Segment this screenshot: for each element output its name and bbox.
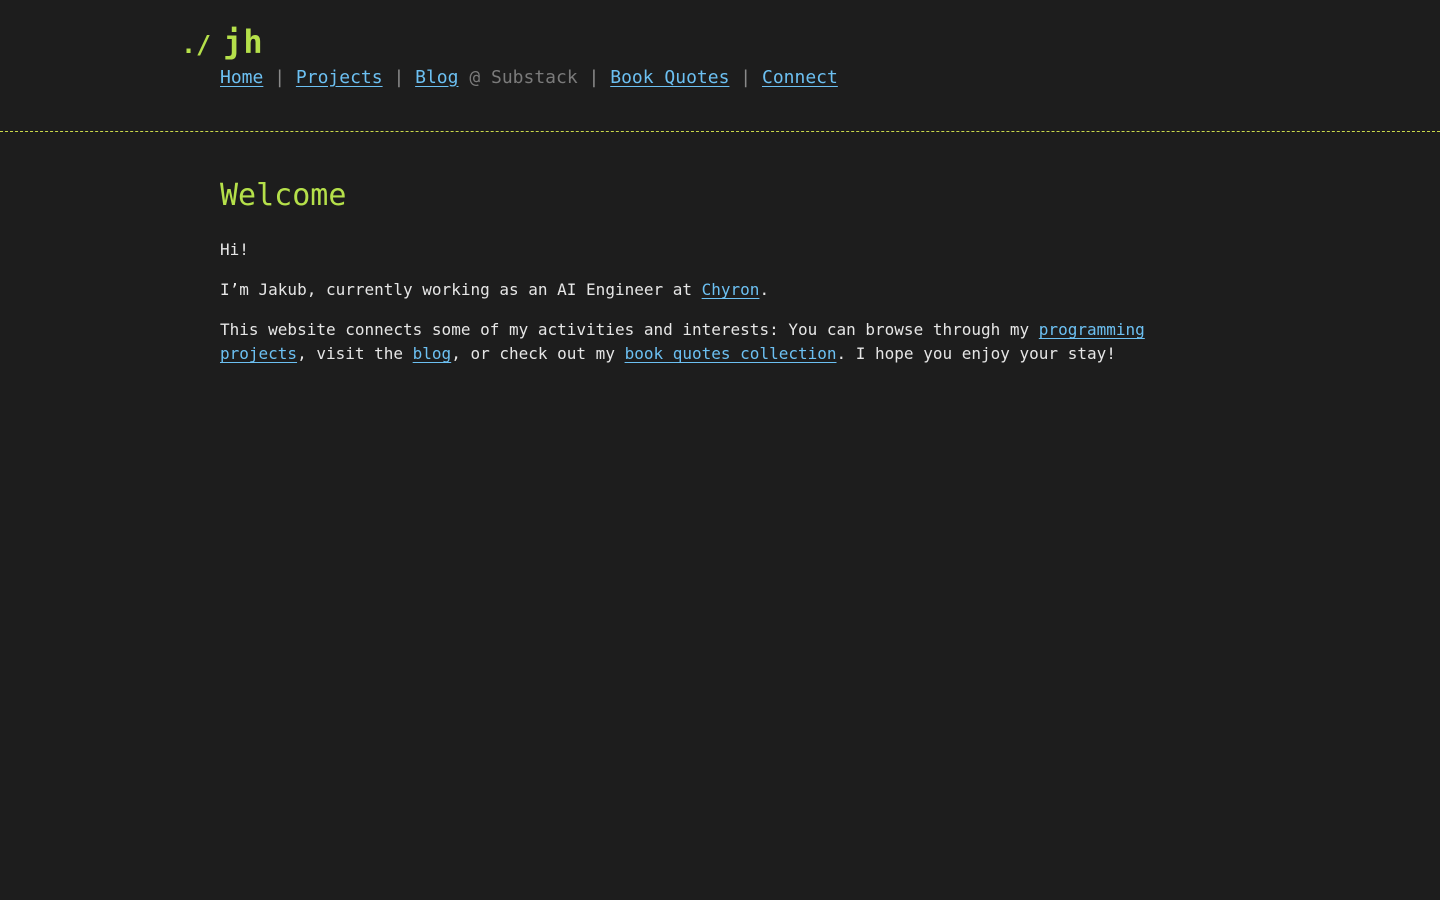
nav-link-projects[interactable]: Projects [296, 67, 383, 88]
about-text-mid1: , visit the [297, 344, 413, 363]
about-text-before: This website connects some of my activit… [220, 320, 1039, 339]
nav-separator: | [274, 67, 296, 88]
nav-substack-note: @ Substack [469, 67, 589, 88]
about-text-mid2: , or check out my [451, 344, 625, 363]
page-title: Welcome [220, 178, 347, 213]
main-content: Welcome Hi! I’m Jakub, currently working… [220, 176, 1160, 382]
logo-name: jh [223, 23, 264, 61]
nav-separator: | [393, 67, 416, 88]
book-quotes-collection-link[interactable]: book quotes collection [625, 344, 837, 363]
about-text-after: . I hope you enjoy your stay! [836, 344, 1116, 363]
nav-link-home[interactable]: Home [220, 67, 263, 88]
logo-prefix: ./ [181, 30, 212, 59]
nav-link-book-quotes[interactable]: Book Quotes [610, 67, 729, 88]
intro-paragraph: I’m Jakub, currently working as an AI En… [220, 278, 1160, 302]
nav-separator: | [740, 67, 762, 88]
about-paragraph: This website connects some of my activit… [220, 318, 1160, 366]
chyron-link[interactable]: Chyron [702, 280, 760, 299]
nav-separator: | [588, 67, 611, 88]
nav-link-blog[interactable]: Blog [415, 67, 458, 88]
site-logo[interactable]: ./ jh [181, 23, 264, 63]
intro-text-before: I’m Jakub, currently working as an AI En… [220, 280, 702, 299]
site-header: ./ jh Home | Projects | Blog @ Substack … [0, 0, 1440, 132]
blog-link[interactable]: blog [413, 344, 452, 363]
intro-text-after: . [759, 280, 770, 299]
greeting-text: Hi! [220, 240, 249, 259]
nav-link-connect[interactable]: Connect [762, 67, 838, 88]
main-nav: Home | Projects | Blog @ Substack | Book… [220, 66, 838, 90]
